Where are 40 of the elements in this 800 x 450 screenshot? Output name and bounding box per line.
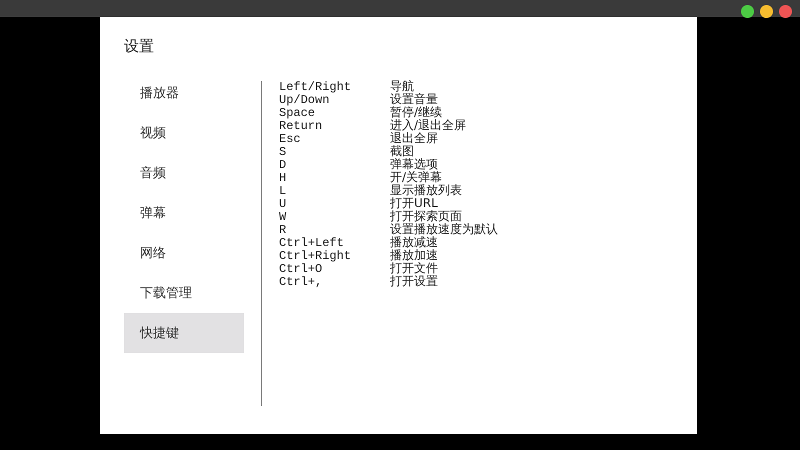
sidebar-item[interactable]: 网络 <box>124 233 244 273</box>
shortcut-key: Space <box>279 106 390 120</box>
shortcut-key: H <box>279 170 390 184</box>
sidebar-item[interactable]: 播放器 <box>124 73 244 113</box>
shortcut-key: U <box>279 196 390 210</box>
shortcut-action: 设置音量 <box>390 92 438 106</box>
sidebar-item[interactable]: 视频 <box>124 113 244 153</box>
shortcut-action: 设置播放速度为默认 <box>390 222 498 236</box>
shortcut-action: 导航 <box>390 78 414 93</box>
dialog-title: 设置 <box>124 37 155 57</box>
shortcut-key: R <box>279 222 390 236</box>
shortcut-action: 暂停/继续 <box>390 104 442 119</box>
shortcut-action: 播放减速 <box>390 235 438 249</box>
shortcut-key: Return <box>279 118 390 132</box>
shortcut-action: 退出全屏 <box>390 131 438 145</box>
sidebar-item[interactable]: 弹幕 <box>124 193 244 233</box>
shortcut-key: W <box>279 210 390 224</box>
shortcut-action: 开/关弹幕 <box>390 170 442 184</box>
sidebar-item[interactable]: 音频 <box>124 153 244 193</box>
shortcut-key: S <box>279 144 390 158</box>
shortcut-key: Ctrl+Left <box>279 236 390 250</box>
shortcut-action: 截图 <box>390 144 414 158</box>
shortcut-action: 弹幕选项 <box>390 156 438 171</box>
sidebar-item[interactable]: 快捷键 <box>124 313 244 353</box>
shortcut-key: Ctrl+Right <box>279 248 390 262</box>
shortcut-action: 打开URL <box>390 196 438 210</box>
shortcut-action: 打开文件 <box>390 261 438 275</box>
sidebar-item[interactable]: 下载管理 <box>124 273 244 313</box>
shortcut-key: L <box>279 184 390 198</box>
shortcut-key: Ctrl+O <box>279 262 390 276</box>
shortcut-action: 打开探索页面 <box>390 209 462 223</box>
shortcut-action: 进入/退出全屏 <box>390 118 466 132</box>
shortcut-key: Up/Down <box>279 92 390 106</box>
shortcut-action: 打开设置 <box>390 274 438 290</box>
shortcut-key: D <box>279 158 390 172</box>
shortcut-key: Esc <box>279 132 390 146</box>
shortcut-action: 显示播放列表 <box>390 182 462 197</box>
shortcut-action: 播放加速 <box>390 248 438 262</box>
shortcut-key: Left/Right <box>279 80 390 94</box>
shortcut-key: Ctrl+, <box>279 274 390 288</box>
